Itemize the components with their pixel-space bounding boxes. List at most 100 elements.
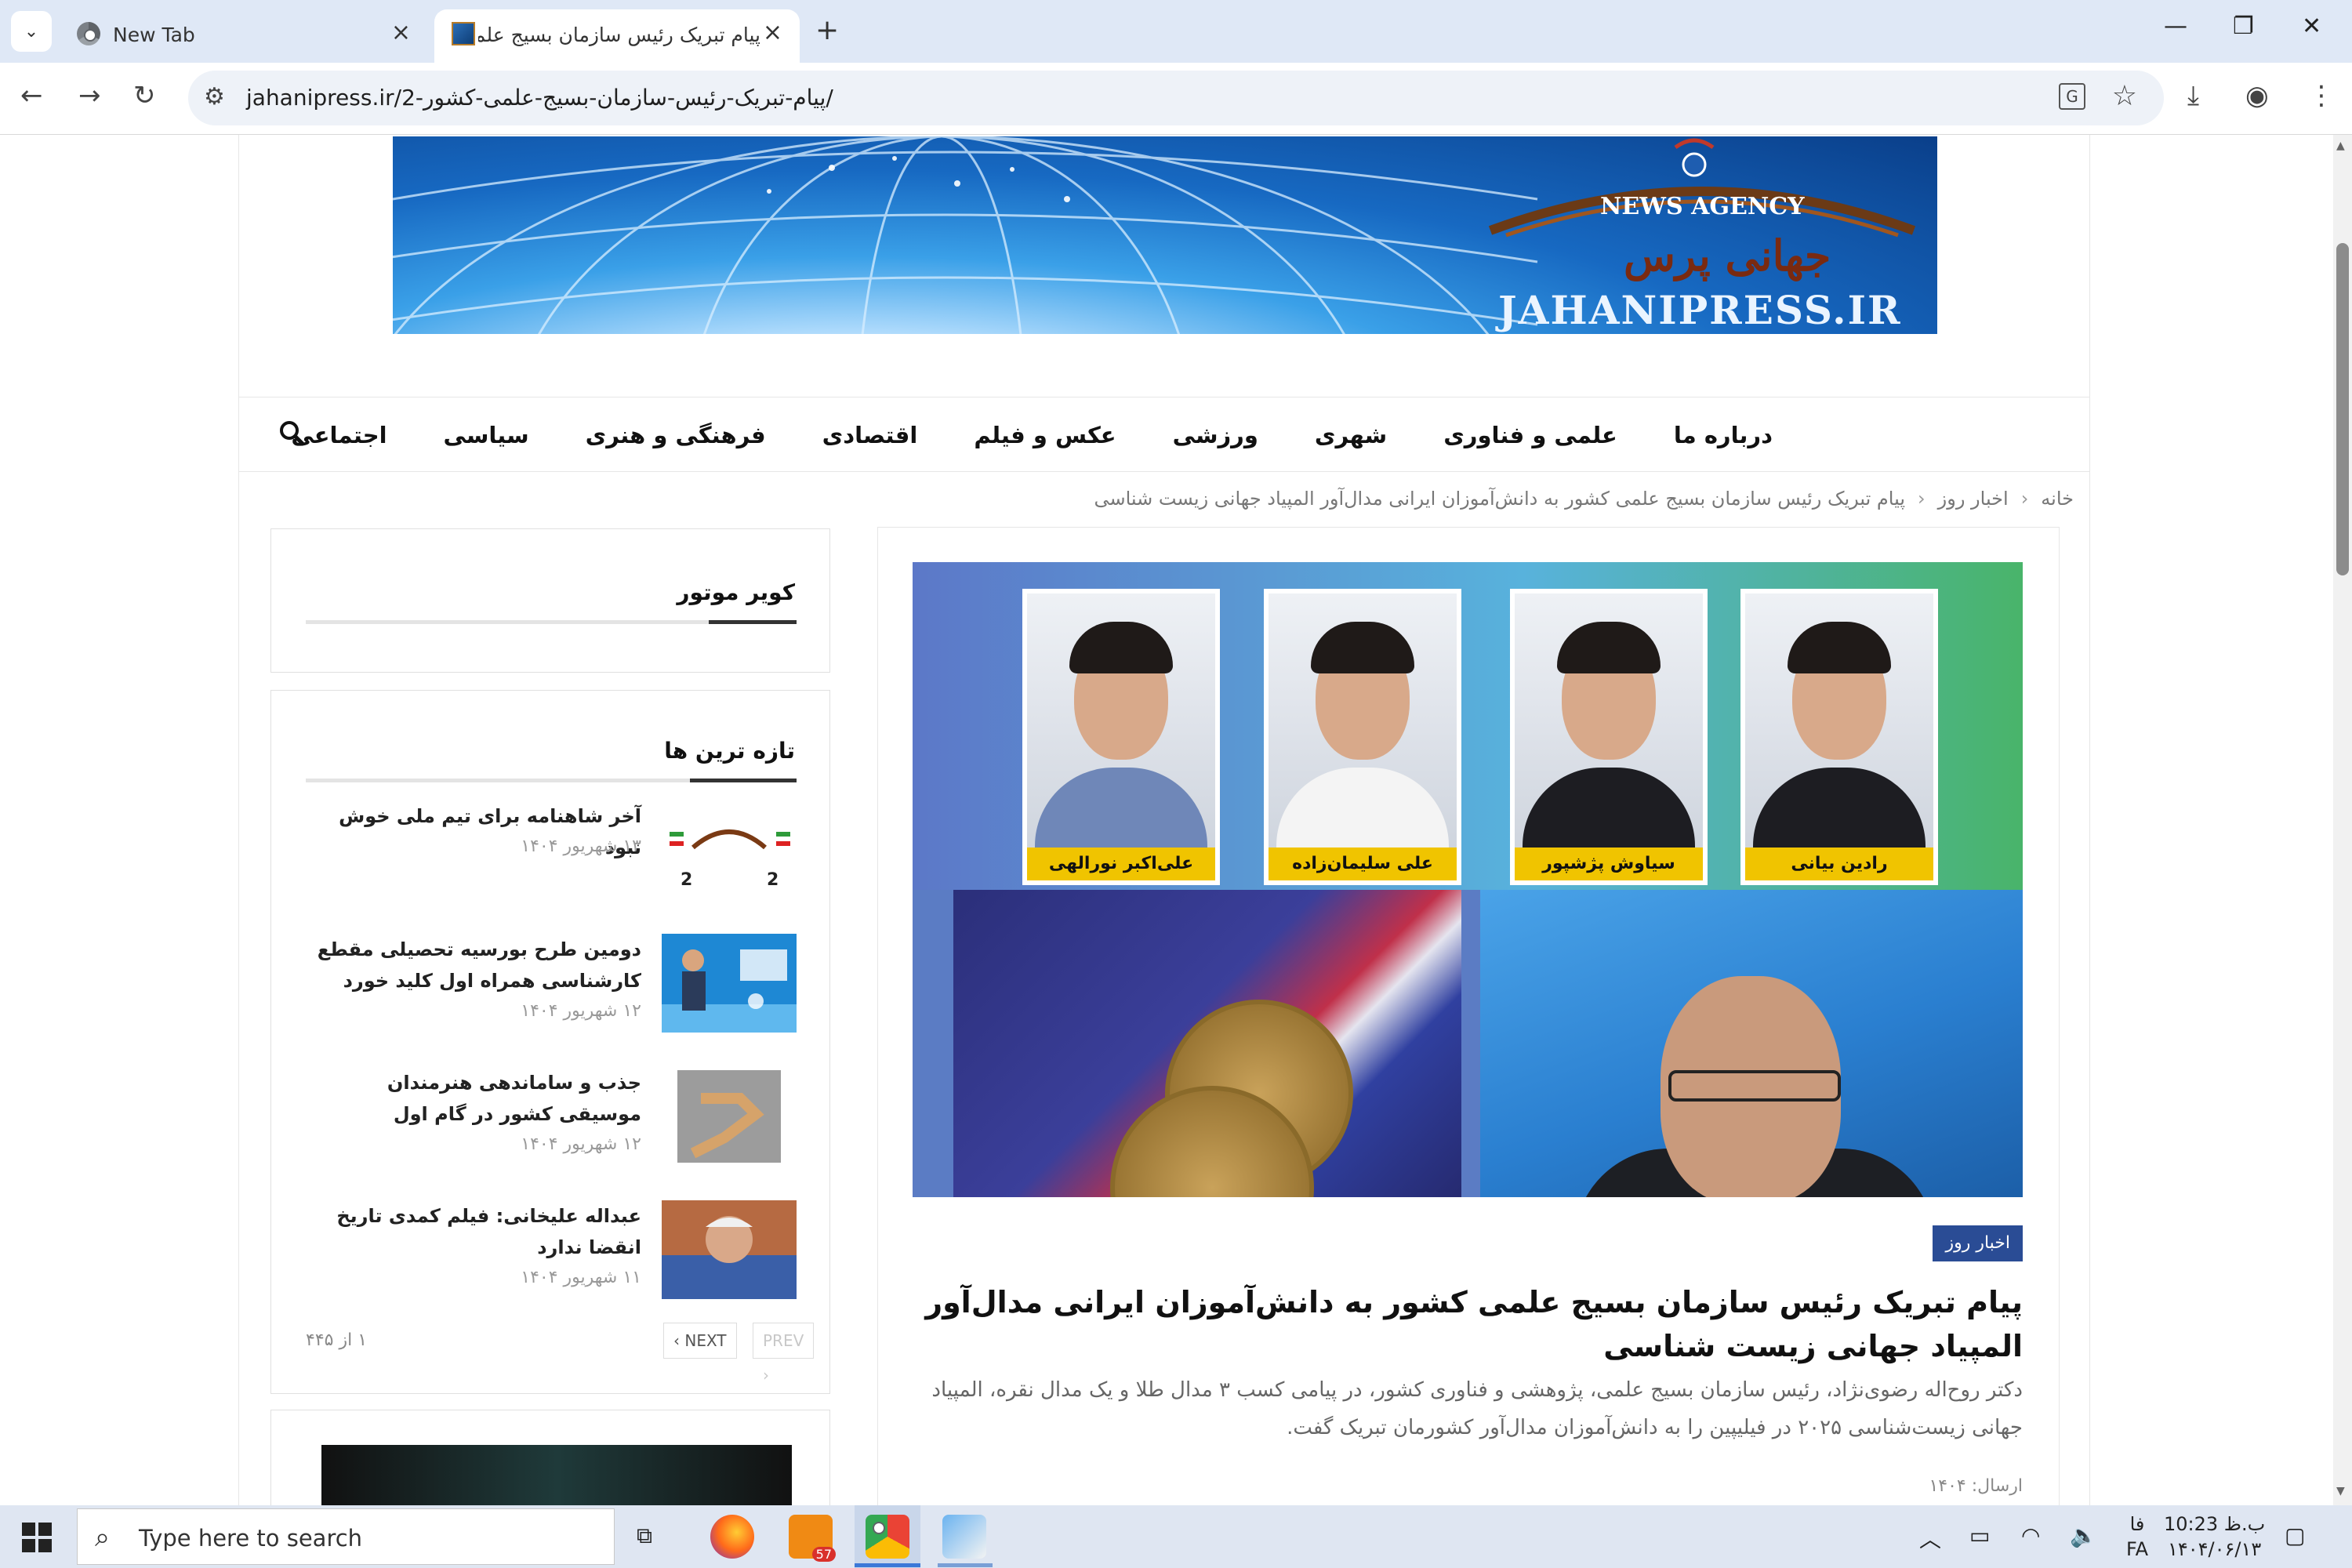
next-label: NEXT bbox=[684, 1331, 727, 1350]
site-info-icon[interactable]: ⚙ bbox=[204, 83, 225, 111]
medals-photo bbox=[953, 890, 1461, 1197]
widget-title-rule bbox=[306, 779, 797, 782]
tab-new-tab[interactable]: New Tab × bbox=[60, 9, 428, 63]
post-thumbnail[interactable] bbox=[662, 1067, 797, 1166]
wifi-icon[interactable]: ◠ bbox=[2021, 1523, 2040, 1548]
profile-icon[interactable]: ◉ bbox=[2245, 80, 2269, 111]
task-view-icon[interactable]: ⧉ bbox=[637, 1523, 652, 1549]
url-text[interactable]: jahanipress.ir/2-پیام-تبریک-رئیس-سازمان-… bbox=[246, 85, 833, 111]
post-thumbnail[interactable]: 2 2 bbox=[662, 800, 797, 899]
article-card: رادین بیانی سیاوش پژشپور علی سلیمان‌زاده… bbox=[877, 527, 2060, 1505]
pagination: ۱ از ۴۴۵ ‹ NEXT PREV › bbox=[306, 1323, 815, 1385]
official-photo bbox=[1480, 890, 2023, 1197]
post-title[interactable]: عبداله علیخانی: فیلم کمدی تاریخ انقضا ند… bbox=[306, 1200, 641, 1263]
breadcrumb-home[interactable]: خانه bbox=[2041, 488, 2074, 510]
site-logo[interactable]: NEWS AGENCY جهانی پرس JAHANIPRESS.IR bbox=[1483, 136, 1922, 334]
bookmark-star-icon[interactable]: ☆ bbox=[2112, 80, 2137, 112]
list-item[interactable]: عبداله علیخانی: فیلم کمدی تاریخ انقضا ند… bbox=[306, 1200, 797, 1302]
close-window-icon[interactable]: ✕ bbox=[2302, 13, 2321, 40]
widget-title: تازه ترین ها bbox=[664, 738, 795, 764]
svg-text:2: 2 bbox=[681, 870, 692, 890]
portrait bbox=[1745, 593, 1933, 848]
tab-article[interactable]: پیام تبریک رئیس سازمان بسیج علمی × bbox=[434, 9, 800, 63]
tab-title: New Tab bbox=[113, 24, 195, 46]
chevron-left-icon: ‹ bbox=[673, 1331, 685, 1350]
reload-icon[interactable]: ↻ bbox=[133, 80, 156, 111]
paint-icon[interactable] bbox=[942, 1515, 986, 1559]
windows-start-icon[interactable] bbox=[22, 1523, 52, 1552]
list-item[interactable]: جذب و ساماندهی هنرمندان موسیقی کشور در گ… bbox=[306, 1067, 797, 1169]
site-banner[interactable]: NEWS AGENCY جهانی پرس JAHANIPRESS.IR bbox=[393, 136, 1937, 334]
forward-icon[interactable]: → bbox=[78, 80, 101, 111]
translate-icon[interactable]: G bbox=[2059, 83, 2085, 110]
chrome-icon[interactable] bbox=[866, 1515, 909, 1559]
nav-item-city[interactable]: شهری bbox=[1315, 422, 1387, 448]
taskbar-search[interactable]: ⌕ Type here to search bbox=[77, 1508, 615, 1565]
post-date: ۱۱ شهریور ۱۴۰۴ bbox=[521, 1268, 641, 1287]
nav-item-social[interactable]: اجتماعی bbox=[291, 422, 387, 448]
widget-title-rule bbox=[306, 620, 797, 624]
article-title: پیام تبریک رئیس سازمان بسیج علمی کشور به… bbox=[925, 1285, 2023, 1363]
download-icon[interactable]: ⤓ bbox=[2187, 80, 2199, 111]
active-app-indicator bbox=[855, 1563, 920, 1567]
chevron-left-icon: ‹ bbox=[1918, 488, 1926, 510]
breadcrumb: خانه ‹ اخبار روز ‹ پیام تبریک رئیس سازما… bbox=[1094, 488, 2074, 510]
close-icon[interactable]: × bbox=[763, 19, 782, 46]
post-title[interactable]: جذب و ساماندهی هنرمندان موسیقی کشور در گ… bbox=[306, 1067, 641, 1130]
app-icon[interactable]: 57 bbox=[789, 1515, 836, 1562]
breadcrumb-category[interactable]: اخبار روز bbox=[1938, 488, 2009, 510]
clock-time: 10:23 ب.ظ bbox=[2164, 1513, 2266, 1535]
student-name: سیاوش پژشپور bbox=[1515, 848, 1703, 880]
video-thumbnail[interactable] bbox=[321, 1445, 792, 1505]
nav-item-sports[interactable]: ورزشی bbox=[1173, 422, 1258, 448]
prev-label: PREV bbox=[763, 1331, 804, 1350]
svg-text:2: 2 bbox=[767, 870, 779, 890]
clock[interactable]: 10:23 ب.ظ ۱۴۰۴/۰۶/۱۳ bbox=[2164, 1512, 2265, 1562]
page-scrollbar[interactable]: ▲ ▼ bbox=[2333, 135, 2352, 1505]
scroll-down-icon[interactable]: ▼ bbox=[2336, 1485, 2345, 1497]
minimize-icon[interactable]: — bbox=[2164, 13, 2187, 40]
chevron-left-icon: ‹ bbox=[2020, 488, 2029, 510]
list-item[interactable]: 2 2 آخر شاهنامه برای تیم ملی خوش نبود ۱۳… bbox=[306, 800, 797, 902]
close-icon[interactable]: × bbox=[391, 19, 411, 46]
nav-item-economy[interactable]: اقتصادی bbox=[822, 422, 918, 448]
student-photo-card: رادین بیانی bbox=[1740, 589, 1938, 885]
category-badge[interactable]: اخبار روز bbox=[1933, 1225, 2023, 1261]
article-excerpt: دکتر روح‌اله رضوی‌نژاد، رئیس سازمان بسیج… bbox=[931, 1378, 2023, 1439]
nav-item-science[interactable]: علمی و فناوری bbox=[1443, 422, 1617, 448]
next-page-button[interactable]: ‹ NEXT bbox=[663, 1323, 737, 1359]
nav-item-political[interactable]: سیاسی bbox=[444, 422, 529, 448]
firefox-icon[interactable] bbox=[710, 1515, 754, 1559]
tab-search-button[interactable]: ⌄ bbox=[11, 11, 52, 52]
language-code: FA bbox=[2126, 1538, 2149, 1560]
address-bar[interactable]: ⚙ jahanipress.ir/2-پیام-تبریک-رئیس-سازما… bbox=[188, 71, 2164, 125]
prev-page-button[interactable]: PREV › bbox=[753, 1323, 815, 1385]
battery-icon[interactable]: ▭ bbox=[1969, 1523, 1990, 1548]
back-icon[interactable]: ← bbox=[20, 80, 43, 111]
list-item[interactable]: دومین طرح بورسیه تحصیلی مقطع کارشناسی هم… bbox=[306, 934, 797, 1036]
nav-item-culture[interactable]: فرهنگی و هنری bbox=[586, 422, 766, 448]
language-indicator[interactable]: فا FA bbox=[2126, 1512, 2148, 1562]
new-tab-button[interactable]: + bbox=[815, 14, 839, 46]
nav-item-media[interactable]: عکس و فیلم bbox=[974, 422, 1116, 448]
browser-toolbar: ← → ↻ ⚙ jahanipress.ir/2-پیام-تبریک-رئیس… bbox=[0, 63, 2352, 135]
post-thumbnail[interactable] bbox=[662, 934, 797, 1033]
restore-icon[interactable]: ❐ bbox=[2233, 13, 2254, 40]
notification-icon[interactable]: ▢ bbox=[2285, 1523, 2305, 1548]
site-name-fa: جهانی پرس bbox=[1624, 230, 1831, 281]
student-name: رادین بیانی bbox=[1745, 848, 1933, 880]
article-featured-image[interactable]: رادین بیانی سیاوش پژشپور علی سلیمان‌زاده… bbox=[913, 562, 2023, 1197]
search-placeholder: Type here to search bbox=[139, 1525, 363, 1552]
post-thumbnail[interactable] bbox=[662, 1200, 797, 1299]
nav-item-about[interactable]: درباره ما bbox=[1674, 422, 1773, 448]
student-name: علی‌اکبر نورالهی bbox=[1027, 848, 1215, 880]
scroll-up-icon[interactable]: ▲ bbox=[2336, 140, 2345, 152]
chevron-up-icon[interactable]: ︿ bbox=[1919, 1523, 1941, 1554]
volume-icon[interactable]: 🔈 bbox=[2070, 1523, 2097, 1548]
post-title[interactable]: دومین طرح بورسیه تحصیلی مقطع کارشناسی هم… bbox=[306, 934, 641, 996]
site-domain-text: JAHANIPRESS.IR bbox=[1498, 287, 1902, 333]
scroll-thumb[interactable] bbox=[2336, 243, 2349, 575]
news-agency-text: NEWS AGENCY bbox=[1600, 193, 1805, 220]
menu-icon[interactable]: ⋮ bbox=[2308, 80, 2335, 111]
site-favicon-icon bbox=[452, 22, 475, 45]
